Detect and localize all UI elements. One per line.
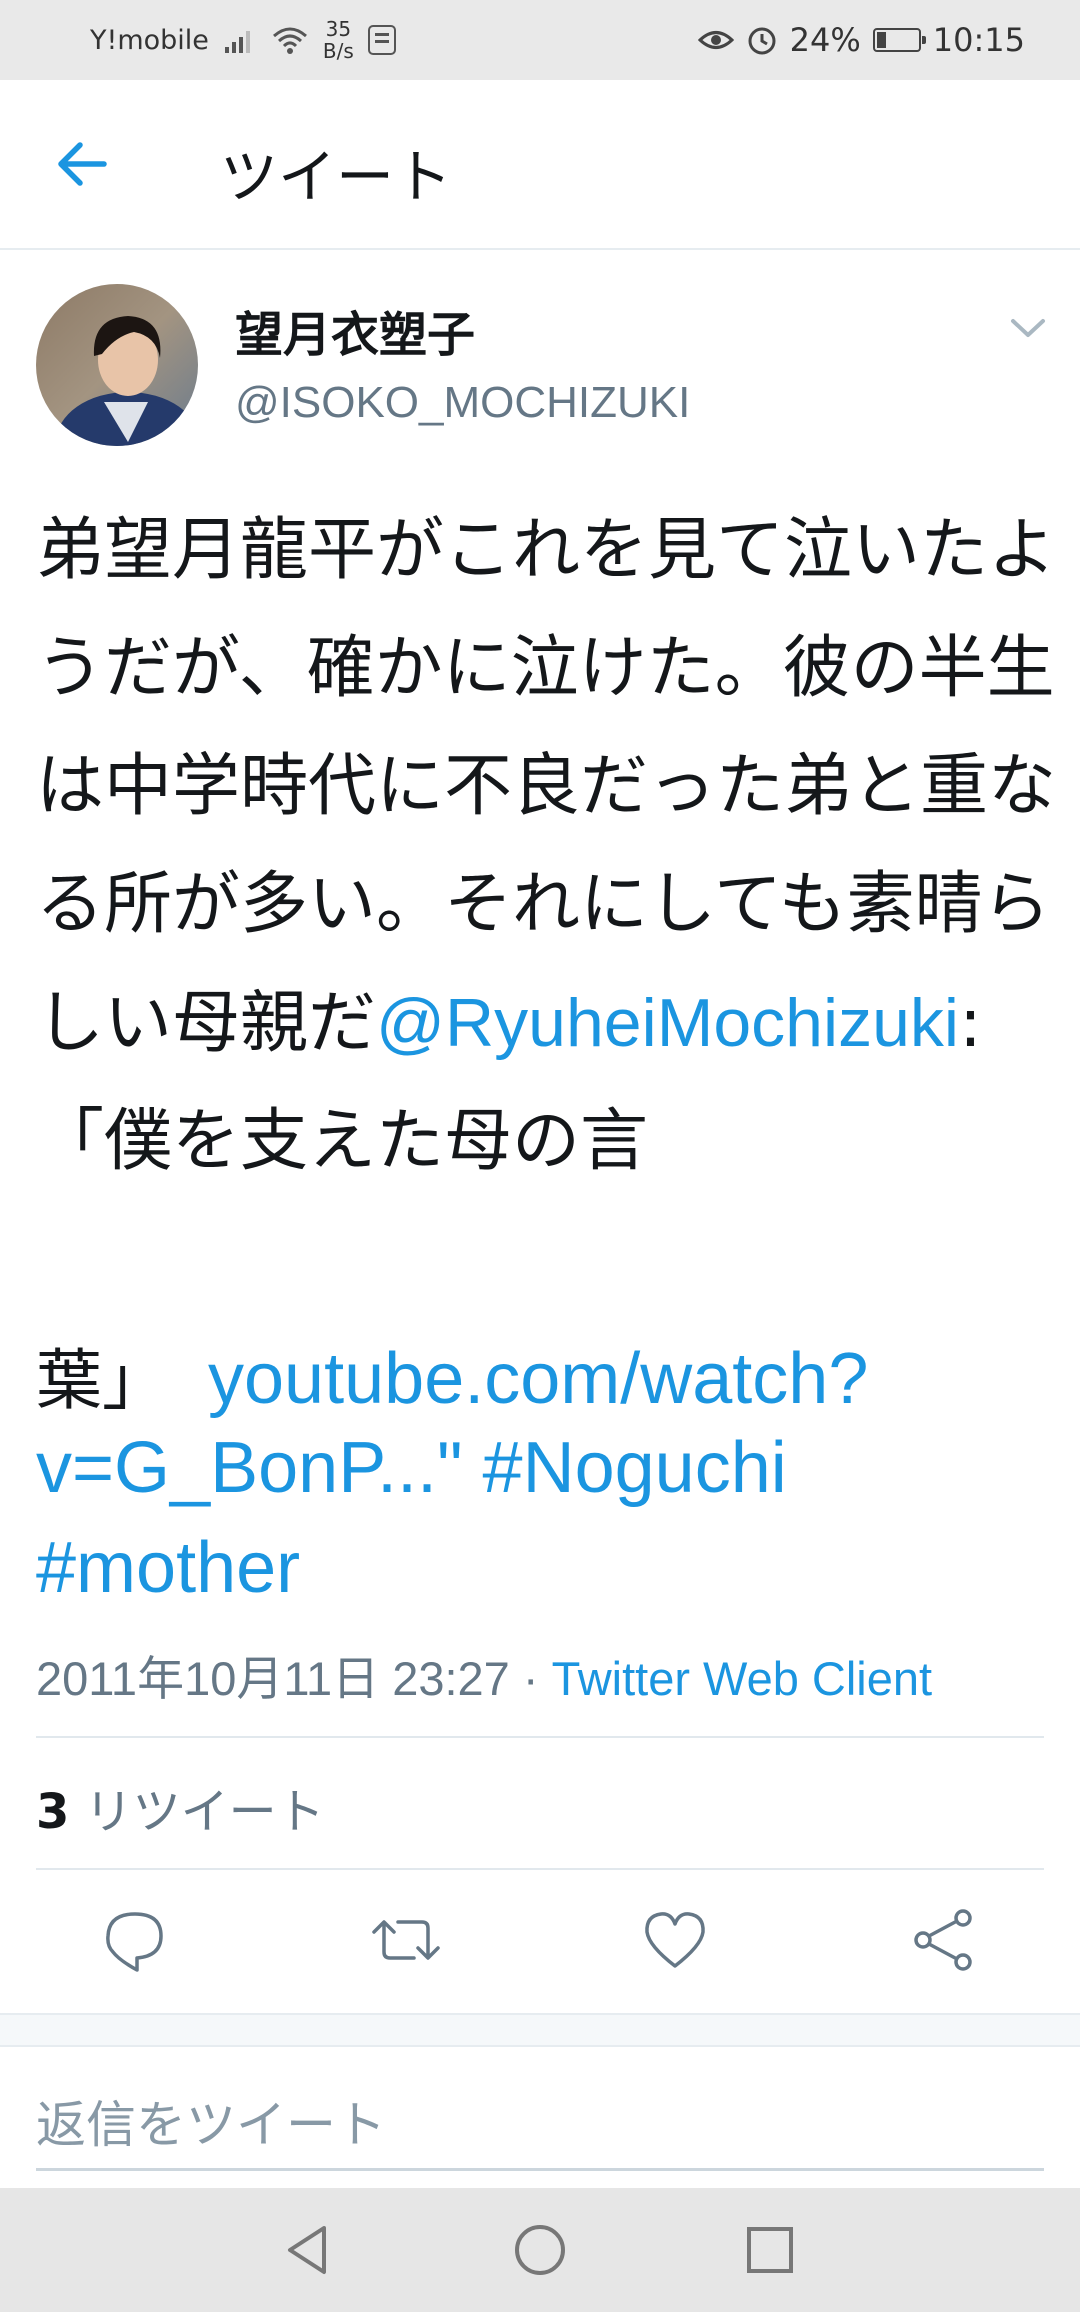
back-arrow-icon[interactable] [50,132,114,196]
retweet-stats[interactable]: 3 リツイート [36,1772,325,1842]
nav-home-icon[interactable] [510,2220,570,2280]
tweet-text: 弟望月龍平がこれを見て泣いたようだが、確かに泣けた。彼の半生は中学時代に不良だっ… [36,492,1056,1201]
battery-level [876,32,887,48]
chevron-down-icon[interactable] [1008,313,1048,343]
url-link-part-1[interactable]: youtube.com/watch? [208,1339,868,1419]
tweet-text-quote-2: 葉」 [36,1342,168,1419]
timestamp: 2011年10月11日 23:27 [36,1652,510,1705]
nav-recents-icon[interactable] [740,2220,800,2280]
alarm-icon [748,27,776,55]
section-separator [0,2013,1080,2047]
hashtag-mother[interactable]: #mother [36,1528,300,1608]
tweet-text-quote-1: 「僕を支えた母の言 [36,1102,649,1181]
tweet-text-colon: : [959,984,982,1063]
mention-link[interactable]: @RyuheiMochizuki [376,985,959,1061]
meta-separator: · [509,1652,552,1705]
avatar[interactable] [36,284,198,446]
share-icon [914,1909,972,1971]
status-right: 24% 10:15 [697,0,1025,80]
tweet-text-main: 弟望月龍平がこれを見て泣いたようだが、確かに泣けた。彼の半生は中学時代に不良だっ… [36,511,1057,1063]
reply-input-underline [36,2168,1044,2171]
status-left: Y!mobile 35 B/s [90,0,396,80]
speed-value: 35 [325,17,352,41]
clock: 10:15 [932,21,1025,59]
divider [36,1868,1044,1870]
tweet-actions [0,1900,1080,1980]
hashtag-noguchi[interactable]: #Noguchi [483,1428,787,1508]
wifi-icon [272,27,307,54]
display-name[interactable]: 望月衣塑子 [235,295,475,365]
nav-back-icon[interactable] [278,2220,338,2280]
battery-percent: 24% [789,21,861,59]
url-link-part-2[interactable]: v=G_BonP..." [36,1428,463,1508]
user-handle[interactable]: @ISOKO_MOCHIZUKI [235,378,690,428]
reply-input[interactable]: 返信をツイート [36,2085,386,2157]
battery-icon [872,28,926,52]
carrier-label: Y!mobile [90,24,209,56]
like-icon [645,1912,705,1968]
app-notification-icon [367,25,396,55]
retweet-label: リツイート [69,1784,325,1840]
retweet-button[interactable] [366,1900,446,1980]
share-button[interactable] [905,1900,985,1980]
tweet-line-url-1: 葉」 youtube.com/watch? [36,1327,868,1423]
reply-button[interactable] [95,1900,175,1980]
tweet-meta: 2011年10月11日 23:27 · Twitter Web Client [36,1640,932,1709]
eye-icon [697,31,734,49]
reply-icon [106,1912,163,1972]
like-button[interactable] [635,1900,715,1980]
tweet-line-hashtag: #mother [36,1527,300,1609]
tweet-line-url-2: v=G_BonP..." #Noguchi [36,1427,787,1509]
signal-icon [224,31,250,53]
client-link[interactable]: Twitter Web Client [552,1652,932,1705]
page-title: ツイート [220,143,453,211]
divider [36,1736,1044,1738]
retweet-icon [372,1920,440,1960]
retweet-count: 3 [36,1784,70,1840]
top-app-bar: ツイート [0,80,1080,250]
system-nav-bar [0,2188,1080,2312]
speed-unit: B/s [322,39,354,63]
status-bar: Y!mobile 35 B/s 24% 10:15 [0,0,1080,80]
avatar-image [36,284,198,446]
network-speed: 35 B/s [323,18,354,62]
